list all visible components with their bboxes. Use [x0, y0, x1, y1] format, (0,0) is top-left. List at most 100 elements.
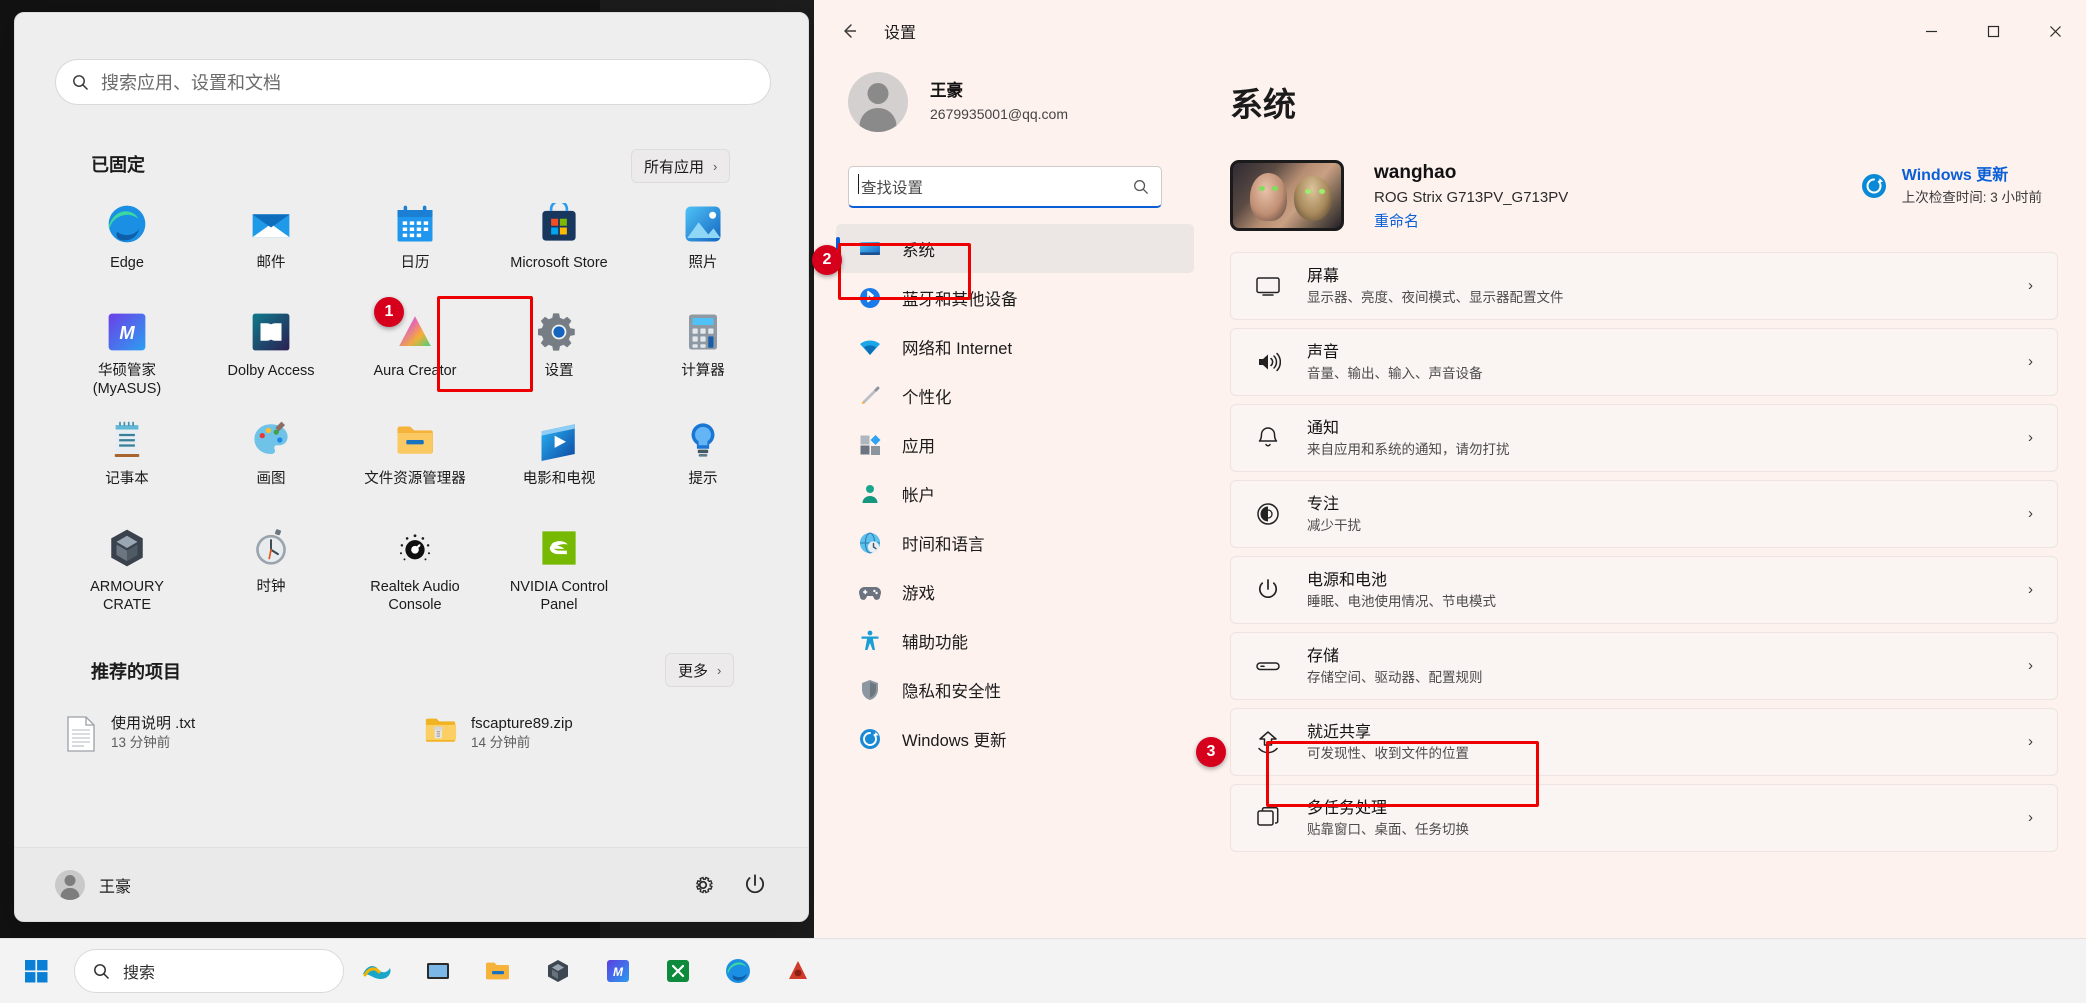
profile-email: 2679935001@qq.com — [930, 105, 1068, 122]
pinned-app-0[interactable]: Edge — [55, 195, 199, 299]
taskbar[interactable]: 搜索 M — [0, 938, 2086, 1003]
pinned-app-14[interactable]: 提示 — [631, 411, 775, 515]
device-info: wanghao ROG Strix G713PV_G713PV 重命名 — [1374, 158, 1568, 234]
settings-window[interactable]: 设置 王豪 2679935001@qq.com 查找设置 系统 蓝牙和其他设备 … — [814, 0, 2086, 965]
nav-item-8[interactable]: 辅助功能 — [836, 616, 1194, 665]
settings-card-0[interactable]: 屏幕 显示器、亮度、夜间模式、显示器配置文件 › — [1230, 251, 2058, 320]
settings-card-3[interactable]: 专注 减少干扰 › — [1230, 479, 2058, 548]
settings-sidebar[interactable]: 王豪 2679935001@qq.com 查找设置 系统 蓝牙和其他设备 网络和… — [814, 62, 1194, 965]
taskbar-item-copilot[interactable] — [352, 945, 404, 997]
more-button[interactable]: 更多 › — [665, 653, 735, 687]
pinned-app-15[interactable]: ARMOURY CRATE — [55, 519, 199, 623]
text-file-icon — [65, 716, 97, 752]
settings-card-title: 通知 — [1307, 419, 1340, 437]
nav-item-9[interactable]: 隐私和安全性 — [836, 665, 1194, 714]
focus-icon — [1255, 501, 1281, 527]
nav-item-3[interactable]: 个性化 — [836, 371, 1194, 420]
settings-nav[interactable]: 系统 蓝牙和其他设备 网络和 Internet 个性化 应用 帐户 时间和语言 … — [836, 224, 1194, 763]
nav-item-4[interactable]: 应用 — [836, 420, 1194, 469]
nav-item-1[interactable]: 蓝牙和其他设备 — [836, 273, 1194, 322]
settings-card-6[interactable]: 就近共享 可发现性、收到文件的位置 › — [1230, 707, 2058, 776]
recommended-list[interactable]: 使用说明 .txt 13 分钟前 fscapture89.zip 14 分钟前 — [55, 703, 775, 763]
pinned-app-2[interactable]: 日历 — [343, 195, 487, 299]
taskbar-item-xbox[interactable] — [652, 945, 704, 997]
pinned-app-10[interactable]: 记事本 — [55, 411, 199, 515]
nav-item-6[interactable]: 时间和语言 — [836, 518, 1194, 567]
pinned-app-6[interactable]: Dolby Access — [199, 303, 343, 407]
settings-card-title: 声音 — [1307, 343, 1340, 361]
pinned-app-7[interactable]: Aura Creator — [343, 303, 487, 407]
apps-icon — [858, 433, 882, 457]
update-sync-icon — [1861, 174, 1886, 199]
pinned-app-4[interactable]: 照片 — [631, 195, 775, 299]
pinned-app-18[interactable]: NVIDIA Control Panel — [487, 519, 631, 623]
pinned-app-17[interactable]: Realtek Audio Console — [343, 519, 487, 623]
pinned-app-3[interactable]: Microsoft Store — [487, 195, 631, 299]
settings-card-2[interactable]: 通知 来自应用和系统的通知，请勿打扰 › — [1230, 403, 2058, 472]
annotation-badge-1: 1 — [374, 297, 404, 327]
back-arrow-icon[interactable] — [828, 10, 870, 52]
settings-card-4[interactable]: 电源和电池 睡眠、电池使用情况、节电模式 › — [1230, 555, 2058, 624]
nav-item-10[interactable]: Windows 更新 — [836, 714, 1194, 763]
find-settings-input[interactable]: 查找设置 — [848, 166, 1162, 208]
nav-item-7[interactable]: 游戏 — [836, 567, 1194, 616]
chevron-right-icon: › — [2028, 733, 2033, 751]
maximize-button[interactable] — [1962, 0, 2024, 62]
start-button[interactable] — [10, 945, 62, 997]
settings-card-7[interactable]: 多任务处理 贴靠窗口、桌面、任务切换 › — [1230, 783, 2058, 852]
nav-item-system[interactable]: 系统 — [836, 224, 1194, 273]
profile-section[interactable]: 王豪 2679935001@qq.com — [848, 72, 1188, 132]
gear-icon[interactable] — [690, 872, 716, 898]
search-icon — [94, 963, 110, 979]
taskbar-item-task-view[interactable] — [412, 945, 464, 997]
nav-item-2[interactable]: 网络和 Internet — [836, 322, 1194, 371]
pinned-app-13[interactable]: 电影和电视 — [487, 411, 631, 515]
pinned-apps-grid[interactable]: Edge 邮件 日历 Microsoft Store 照片 M 华硕管家 (MyA… — [55, 195, 775, 623]
pinned-app-1[interactable]: 邮件 — [199, 195, 343, 299]
pinned-app-5[interactable]: M 华硕管家 (MyASUS) — [55, 303, 199, 407]
windows-update-status[interactable]: Windows 更新 上次检查时间: 3 小时前 — [1860, 164, 2042, 208]
recommended-item[interactable]: fscapture89.zip 14 分钟前 — [415, 703, 775, 763]
settings-cards-list[interactable]: 屏幕 显示器、亮度、夜间模式、显示器配置文件 › 声音 音量、输出、输入、声音设… — [1230, 251, 2058, 852]
edge-icon — [106, 203, 148, 245]
nav-item-label: 个性化 — [902, 388, 952, 407]
start-search-input[interactable]: 搜索应用、设置和文档 — [55, 59, 771, 105]
time-language-icon — [858, 531, 882, 555]
pinned-app-label: Microsoft Store — [510, 255, 608, 271]
pinned-app-9[interactable]: 计算器 — [631, 303, 775, 407]
notepad-icon — [106, 419, 148, 461]
minimize-button[interactable] — [1900, 0, 1962, 62]
settings-card-1[interactable]: 声音 音量、输出、输入、声音设备 › — [1230, 327, 2058, 396]
pinned-app-label: 计算器 — [681, 363, 725, 379]
settings-card-subtitle: 减少干扰 — [1307, 517, 1361, 533]
pinned-app-16[interactable]: 时钟 — [199, 519, 343, 623]
taskbar-search[interactable]: 搜索 — [74, 949, 344, 993]
pinned-app-8[interactable]: 设置 — [487, 303, 631, 407]
pinned-app-label: Dolby Access — [227, 363, 315, 379]
pinned-app-label: 设置 — [544, 363, 574, 379]
user-account-button[interactable]: 王豪 — [55, 869, 131, 900]
rename-link[interactable]: 重命名 — [1374, 210, 1568, 234]
taskbar-item-edge[interactable] — [712, 945, 764, 997]
windows-update-title: Windows 更新 — [1901, 167, 2009, 184]
settings-card-5[interactable]: 存储 存储空间、驱动器、配置规则 › — [1230, 631, 2058, 700]
settings-card-text: 专注 减少干扰 — [1307, 493, 1361, 536]
all-apps-button[interactable]: 所有应用 › — [631, 149, 731, 183]
settings-card-subtitle: 存储空间、驱动器、配置规则 — [1307, 669, 1483, 685]
recommended-item[interactable]: 使用说明 .txt 13 分钟前 — [55, 703, 415, 763]
power-icon[interactable] — [742, 872, 768, 898]
taskbar-item-myasus[interactable]: M — [592, 945, 644, 997]
nav-item-5[interactable]: 帐户 — [836, 469, 1194, 518]
taskbar-item-armoury-crate[interactable] — [532, 945, 584, 997]
nav-item-label: 帐户 — [902, 486, 935, 505]
settings-card-subtitle: 来自应用和系统的通知，请勿打扰 — [1307, 441, 1510, 457]
display-monitor-icon — [1255, 273, 1281, 299]
pinned-app-12[interactable]: 文件资源管理器 — [343, 411, 487, 515]
start-menu[interactable]: 搜索应用、设置和文档 已固定 所有应用 › Edge 邮件 日历 Microso… — [14, 12, 809, 922]
nav-item-label: 应用 — [902, 437, 935, 456]
pinned-app-11[interactable]: 画图 — [199, 411, 343, 515]
taskbar-item-file-explorer[interactable] — [472, 945, 524, 997]
close-button[interactable] — [2024, 0, 2086, 62]
settings-card-title: 屏幕 — [1307, 267, 1340, 285]
taskbar-item-app[interactable] — [772, 945, 824, 997]
